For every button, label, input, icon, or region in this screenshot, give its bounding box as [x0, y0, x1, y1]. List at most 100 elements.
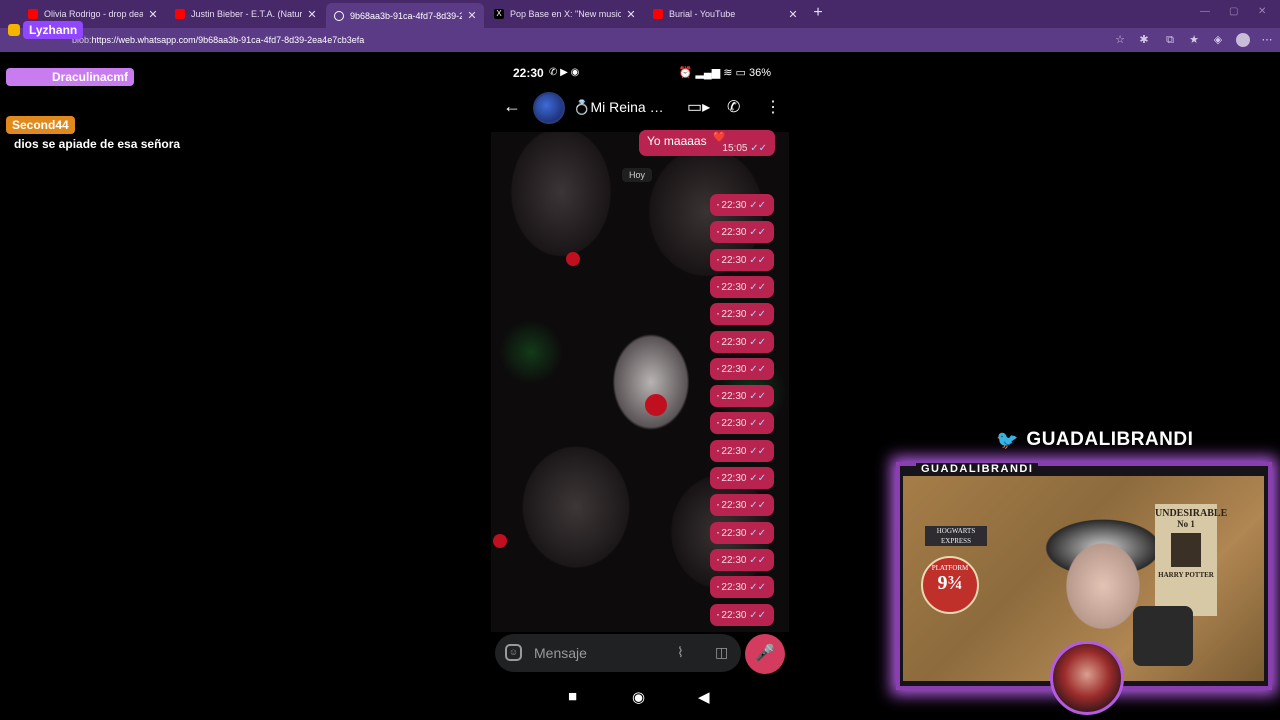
- url-main: https://web.whatsapp.com/9b68aa3b-91ca-4…: [91, 35, 365, 45]
- extensions-icon[interactable]: ✱: [1137, 33, 1151, 47]
- read-ticks-icon: ✓✓: [746, 500, 766, 512]
- microphone-arm: [1133, 606, 1193, 666]
- message-input[interactable]: Mensaje: [534, 645, 587, 661]
- twitter-bird-icon: 🐦: [996, 429, 1019, 450]
- contact-name-text: Mi Reina He...: [590, 99, 673, 115]
- close-icon[interactable]: ✕: [625, 8, 637, 21]
- android-nav-bar: ■ ◉ ◀: [491, 684, 789, 710]
- message-bubble[interactable]: · 22:30 ✓✓: [710, 221, 774, 244]
- chat-message: dios se apiade de esa señora: [14, 137, 181, 151]
- read-ticks-icon: ✓✓: [746, 418, 766, 430]
- read-ticks-icon: ✓✓: [746, 582, 766, 594]
- emoji-icon[interactable]: ☺: [505, 644, 522, 661]
- close-icon[interactable]: ✕: [147, 8, 159, 21]
- message-time: 22:30 ✓✓: [721, 528, 766, 539]
- close-icon[interactable]: ✕: [787, 8, 799, 21]
- read-ticks-icon: ✓✓: [746, 391, 766, 403]
- message-text: ·: [716, 388, 720, 403]
- streamer-avatar: [1050, 641, 1124, 715]
- webcam-label: GUADALIBRANDI: [916, 463, 1039, 475]
- read-ticks-icon: ✓✓: [746, 254, 766, 266]
- message-bubble[interactable]: · 22:30 ✓✓: [710, 576, 774, 599]
- message-bubble[interactable]: · 22:30 ✓✓: [710, 548, 774, 571]
- message-text: ·: [716, 551, 720, 566]
- message-text: ·: [716, 333, 720, 348]
- message-bubble[interactable]: · 22:30 ✓✓: [710, 330, 774, 353]
- twitter-handle: GUADALIBRANDI: [1026, 429, 1194, 450]
- home-icon[interactable]: ◉: [632, 688, 645, 706]
- tab-whatsapp-blob[interactable]: 9b68aa3b-91ca-4fd7-8d39-2ea4e ✕: [326, 3, 484, 28]
- camera-icon[interactable]: ◫: [715, 644, 728, 661]
- message-time: 22:30 ✓✓: [721, 582, 766, 593]
- read-ticks-icon: ✓✓: [746, 527, 766, 539]
- message-bubble[interactable]: · 22:30 ✓✓: [710, 412, 774, 435]
- split-view-icon[interactable]: ⧉: [1163, 33, 1177, 47]
- bookmark-star-icon[interactable]: ☆: [1113, 33, 1127, 47]
- message-time: 22:30 ✓✓: [721, 418, 766, 429]
- message-time-text: 22:30: [721, 363, 747, 375]
- favorites-icon[interactable]: ★: [1187, 33, 1201, 47]
- close-window-icon[interactable]: ✕: [1258, 6, 1266, 17]
- read-ticks-icon: ✓✓: [750, 143, 767, 154]
- new-tab-button[interactable]: +: [809, 3, 827, 23]
- message-bubble[interactable]: · 22:30 ✓✓: [710, 248, 774, 271]
- message-text: ·: [716, 442, 720, 457]
- url-text[interactable]: blob:https://web.whatsapp.com/9b68aa3b-9…: [72, 35, 364, 45]
- video-call-icon[interactable]: ▭▸: [687, 97, 710, 117]
- maximize-icon[interactable]: ▢: [1229, 6, 1238, 17]
- battery-level: 36%: [748, 67, 771, 79]
- rose-decoration: [566, 252, 580, 266]
- message-time-text: 22:30: [721, 227, 747, 239]
- message-bubble[interactable]: · 22:30 ✓✓: [710, 467, 774, 489]
- more-options-icon[interactable]: ⋮: [765, 97, 781, 117]
- back-nav-icon[interactable]: ◀: [698, 688, 710, 706]
- minimize-icon[interactable]: —: [1200, 6, 1210, 17]
- recents-icon[interactable]: ■: [568, 688, 577, 705]
- message-text: ·: [716, 497, 720, 512]
- chat-username: Second44: [6, 116, 75, 134]
- platform-number: 9¾: [937, 572, 963, 594]
- message-bubble[interactable]: · 22:30 ✓✓: [710, 521, 774, 544]
- tab-burial[interactable]: Burial - YouTube ✕: [645, 3, 805, 25]
- message-text: ·: [716, 278, 720, 293]
- twitter-handle-overlay: 🐦 GUADALIBRANDI: [996, 428, 1193, 452]
- message-composer: ☺ Mensaje ⌇ ◫: [495, 634, 741, 672]
- back-arrow-icon[interactable]: ←: [503, 96, 521, 117]
- message-bubble[interactable]: · 22:30 ✓✓: [710, 494, 774, 517]
- read-ticks-icon: ✓✓: [746, 473, 766, 484]
- message-time-text: 22:30: [721, 473, 747, 484]
- message-bubble[interactable]: · 22:30 ✓✓: [710, 303, 774, 326]
- poster-line2: No 1: [1177, 519, 1195, 529]
- message-time-text: 22:30: [721, 582, 747, 594]
- message-bubble[interactable]: · 22:30 ✓✓: [710, 603, 774, 626]
- close-icon[interactable]: ✕: [306, 8, 318, 21]
- phone-screen: 22:30 ✆ ▶ ◉ ⏰ ▂▄▆ ≋ ▭ 36% ← 💍Mi Reina He…: [491, 56, 789, 720]
- message-bubble[interactable]: · 22:30 ✓✓: [710, 385, 774, 408]
- globe-icon: [334, 10, 344, 21]
- chat-username: Lyzhann: [23, 21, 84, 39]
- contact-name[interactable]: 💍Mi Reina He...: [573, 99, 673, 116]
- attach-icon[interactable]: ⌇: [677, 644, 684, 661]
- contact-avatar[interactable]: [533, 92, 565, 124]
- profile-avatar[interactable]: [1236, 33, 1250, 47]
- message-bubble[interactable]: · 22:30 ✓✓: [710, 194, 774, 216]
- message-bubble[interactable]: · 22:30 ✓✓: [710, 275, 774, 298]
- microphone-button[interactable]: 🎤: [745, 634, 785, 674]
- more-menu-icon[interactable]: ⋯: [1260, 33, 1274, 47]
- message-bubble[interactable]: Yo maaaas ❤️ 15:05 ✓✓: [639, 130, 775, 156]
- browser-tab-bar: Olivia Rodrigo - drop dead (Offici ✕ Jus…: [0, 0, 1280, 28]
- close-icon[interactable]: ✕: [466, 9, 478, 22]
- chat-entry-second44: Second44: [6, 116, 75, 134]
- message-bubble[interactable]: · 22:30 ✓✓: [710, 439, 774, 462]
- message-time-text: 22:30: [721, 309, 747, 321]
- message-text: ·: [716, 524, 720, 539]
- tab-justin-bieber[interactable]: Justin Bieber - E.T.A. (Nature ✕: [167, 3, 324, 25]
- shield-icon[interactable]: ◈: [1211, 33, 1225, 47]
- tab-pop-base[interactable]: X Pop Base en X: "New music out to ✕: [486, 3, 643, 25]
- message-time: 22:30 ✓✓: [721, 610, 766, 621]
- message-time: 22:30 ✓✓: [721, 309, 766, 320]
- poster-line3: HARRY POTTER: [1158, 571, 1214, 579]
- message-text: ·: [716, 606, 720, 621]
- phone-call-icon[interactable]: ✆: [727, 97, 740, 117]
- message-bubble[interactable]: · 22:30 ✓✓: [710, 357, 774, 380]
